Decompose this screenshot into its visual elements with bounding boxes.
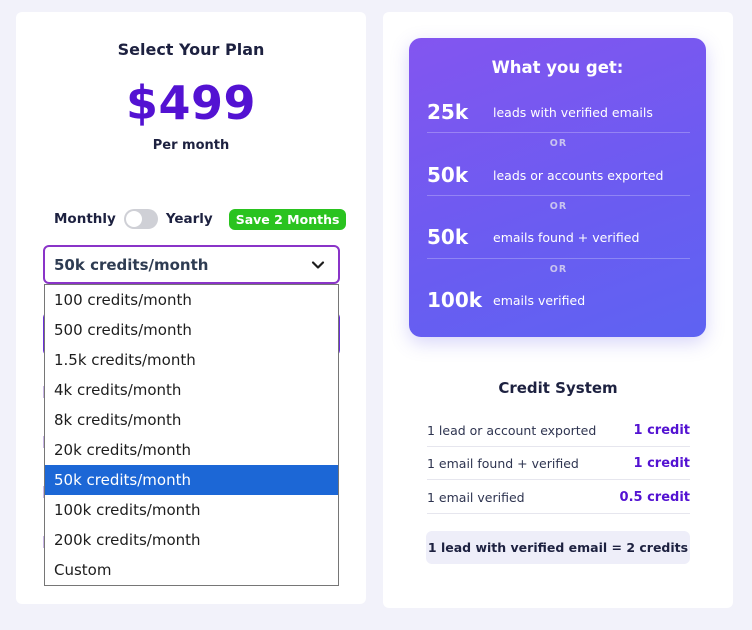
benefit-item: 25k leads with verified emails [427, 97, 690, 127]
dropdown-option[interactable]: 4k credits/month [45, 375, 338, 405]
benefit-or: OR [549, 201, 568, 212]
billing-toggle-row: Monthly Yearly Save 2 Months [54, 208, 347, 230]
price-period: Per month [152, 138, 230, 153]
plan-title: Select Your Plan [117, 40, 265, 59]
yearly-label[interactable]: Yearly [166, 211, 213, 227]
benefit-desc: emails verified [493, 292, 586, 308]
credits-select-value: 50k credits/month [54, 255, 209, 274]
save-badge: Save 2 Months [228, 208, 347, 230]
benefit-amount: 25k [427, 100, 469, 124]
benefit-amount: 50k [427, 225, 469, 249]
credits-dropdown-list: 100 credits/month 500 credits/month 1.5k… [44, 284, 339, 586]
dropdown-option[interactable]: 20k credits/month [45, 435, 338, 465]
credit-summary: 1 lead with verified email = 2 credits [426, 531, 690, 564]
credit-row-cost: 1 credit [633, 422, 690, 438]
dropdown-option[interactable]: 100k credits/month [45, 495, 338, 525]
benefit-desc: leads or accounts exported [493, 167, 664, 183]
benefit-amount: 100k [427, 288, 483, 312]
benefit-or: OR [549, 264, 568, 275]
credit-row: 1 lead or account exported 1 credit [427, 414, 690, 447]
dropdown-option-selected[interactable]: 50k credits/month [45, 465, 338, 495]
switch-knob [125, 211, 142, 227]
credit-row: 1 email verified 0.5 credit [427, 481, 690, 514]
benefit-amount: 50k [427, 163, 469, 187]
dropdown-option[interactable]: 500 credits/month [45, 315, 338, 345]
features-card: What you get: 25k leads with verified em… [383, 12, 733, 608]
credit-row-cost: 1 credit [633, 455, 690, 471]
credit-row-label: 1 email found + verified [427, 455, 579, 471]
benefit-divider [427, 195, 690, 196]
credit-row-label: 1 lead or account exported [427, 422, 597, 438]
benefit-desc: emails found + verified [493, 229, 640, 245]
monthly-label[interactable]: Monthly [54, 211, 116, 227]
dropdown-option[interactable]: 1.5k credits/month [45, 345, 338, 375]
chevron-down-icon [311, 261, 325, 269]
credit-row-label: 1 email verified [427, 489, 525, 505]
benefit-divider [427, 258, 690, 259]
benefit-item: 100k emails verified [427, 285, 690, 315]
billing-period-switch[interactable] [123, 209, 158, 229]
benefits-title: What you get: [491, 58, 624, 77]
dropdown-option[interactable]: 8k credits/month [45, 405, 338, 435]
credit-system-title: Credit System [498, 379, 618, 397]
credit-row: 1 email found + verified 1 credit [427, 447, 690, 480]
dropdown-option[interactable]: 100 credits/month [45, 285, 338, 315]
benefit-item: 50k leads or accounts exported [427, 160, 690, 190]
credits-select[interactable]: 50k credits/month [43, 245, 340, 284]
dropdown-option[interactable]: Custom [45, 555, 338, 585]
benefit-or: OR [549, 138, 568, 149]
dropdown-option[interactable]: 200k credits/month [45, 525, 338, 555]
benefit-divider [427, 132, 690, 133]
benefit-item: 50k emails found + verified [427, 222, 690, 252]
plan-price: $499 [125, 76, 257, 130]
benefit-desc: leads with verified emails [493, 104, 653, 120]
benefits-panel: What you get: 25k leads with verified em… [409, 38, 706, 337]
credit-row-cost: 0.5 credit [619, 489, 690, 505]
